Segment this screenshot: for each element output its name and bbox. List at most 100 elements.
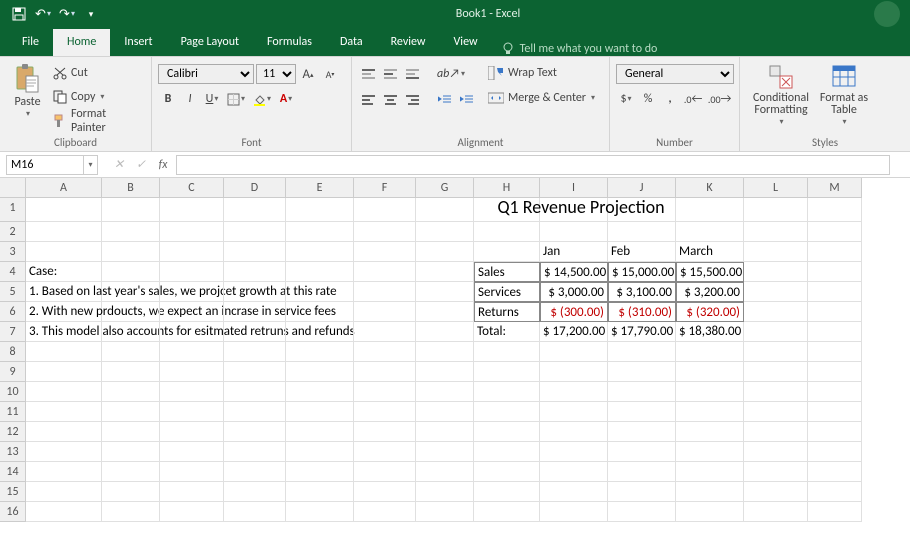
cell[interactable]: [224, 198, 286, 222]
cell[interactable]: [26, 242, 102, 262]
comma-format-button[interactable]: ,: [660, 89, 680, 109]
cell[interactable]: [286, 442, 354, 462]
row-header[interactable]: 13: [0, 442, 26, 462]
cell[interactable]: [676, 402, 744, 422]
cell[interactable]: [474, 342, 540, 362]
grow-font-icon[interactable]: A▴: [298, 64, 318, 84]
row-header[interactable]: 6: [0, 302, 26, 322]
row-header[interactable]: 15: [0, 482, 26, 502]
column-header[interactable]: J: [608, 178, 676, 198]
column-header[interactable]: A: [26, 178, 102, 198]
cell[interactable]: [160, 482, 224, 502]
cell[interactable]: [286, 222, 354, 242]
cell[interactable]: [416, 322, 474, 342]
cell[interactable]: [160, 222, 224, 242]
cell[interactable]: [224, 282, 286, 302]
cell[interactable]: [354, 198, 416, 222]
qat-customize-icon[interactable]: ▾: [80, 3, 102, 25]
cell[interactable]: [286, 362, 354, 382]
cell[interactable]: [474, 442, 540, 462]
user-avatar[interactable]: [874, 1, 900, 27]
tab-page-layout[interactable]: Page Layout: [167, 29, 253, 56]
cell[interactable]: [26, 198, 102, 222]
cell[interactable]: [416, 462, 474, 482]
cell[interactable]: Jan: [540, 242, 608, 262]
cell[interactable]: [676, 342, 744, 362]
cell[interactable]: [354, 342, 416, 362]
cell[interactable]: [354, 262, 416, 282]
number-format-select[interactable]: General: [616, 64, 734, 84]
cell[interactable]: [224, 502, 286, 522]
font-name-select[interactable]: Calibri: [158, 64, 254, 84]
tab-data[interactable]: Data: [326, 29, 377, 56]
cell[interactable]: [416, 422, 474, 442]
cell[interactable]: [26, 342, 102, 362]
cell[interactable]: [102, 242, 160, 262]
cell[interactable]: [744, 242, 808, 262]
cell[interactable]: [676, 482, 744, 502]
font-size-select[interactable]: 11: [256, 64, 296, 84]
column-header[interactable]: D: [224, 178, 286, 198]
name-box-dropdown[interactable]: ▾: [84, 155, 98, 175]
cell[interactable]: [808, 322, 862, 342]
align-bottom-icon[interactable]: [402, 64, 422, 84]
undo-icon[interactable]: ↶▾: [32, 3, 54, 25]
cell[interactable]: [608, 462, 676, 482]
cell[interactable]: [354, 482, 416, 502]
cell[interactable]: [26, 382, 102, 402]
column-header[interactable]: C: [160, 178, 224, 198]
cell[interactable]: [744, 422, 808, 442]
underline-button[interactable]: U▾: [202, 89, 222, 109]
cell[interactable]: [808, 422, 862, 442]
cell[interactable]: 3. This model also accounts for esitmate…: [26, 322, 102, 342]
row-header[interactable]: 10: [0, 382, 26, 402]
cell[interactable]: [608, 362, 676, 382]
cell[interactable]: Services: [474, 282, 540, 302]
row-header[interactable]: 3: [0, 242, 26, 262]
cell[interactable]: [744, 222, 808, 242]
merge-center-button[interactable]: Merge & Center▾: [484, 87, 599, 109]
cell[interactable]: [224, 482, 286, 502]
cell[interactable]: [286, 282, 354, 302]
cell[interactable]: [26, 482, 102, 502]
fx-icon[interactable]: fx: [152, 155, 174, 175]
row-header[interactable]: 9: [0, 362, 26, 382]
cell[interactable]: [224, 242, 286, 262]
cell[interactable]: [160, 242, 224, 262]
cell[interactable]: $ (310.00): [608, 302, 676, 322]
cell[interactable]: [286, 402, 354, 422]
cell[interactable]: [744, 482, 808, 502]
cell[interactable]: [354, 442, 416, 462]
increase-indent-icon[interactable]: [456, 89, 476, 109]
tab-review[interactable]: Review: [377, 29, 440, 56]
name-box[interactable]: [6, 155, 84, 175]
cell[interactable]: [354, 362, 416, 382]
cell[interactable]: [26, 362, 102, 382]
cell[interactable]: [160, 422, 224, 442]
cell[interactable]: Returns: [474, 302, 540, 322]
cell[interactable]: [286, 302, 354, 322]
save-icon[interactable]: [8, 3, 30, 25]
cell[interactable]: [808, 462, 862, 482]
cell[interactable]: [608, 382, 676, 402]
align-middle-icon[interactable]: [380, 64, 400, 84]
cell[interactable]: [354, 282, 416, 302]
cell[interactable]: [286, 382, 354, 402]
cell[interactable]: [744, 362, 808, 382]
cell[interactable]: [540, 462, 608, 482]
cell[interactable]: [474, 382, 540, 402]
cell[interactable]: [416, 442, 474, 462]
cell[interactable]: [416, 402, 474, 422]
column-header[interactable]: G: [416, 178, 474, 198]
cell[interactable]: [416, 282, 474, 302]
cell[interactable]: [102, 502, 160, 522]
copy-button[interactable]: Copy▾: [49, 86, 145, 108]
cell[interactable]: [102, 282, 160, 302]
cell[interactable]: [744, 322, 808, 342]
cell[interactable]: [808, 262, 862, 282]
cell[interactable]: [540, 402, 608, 422]
cell[interactable]: [416, 242, 474, 262]
cell[interactable]: [474, 502, 540, 522]
cell[interactable]: [416, 482, 474, 502]
cell[interactable]: Q1 Revenue Projection: [416, 198, 474, 222]
